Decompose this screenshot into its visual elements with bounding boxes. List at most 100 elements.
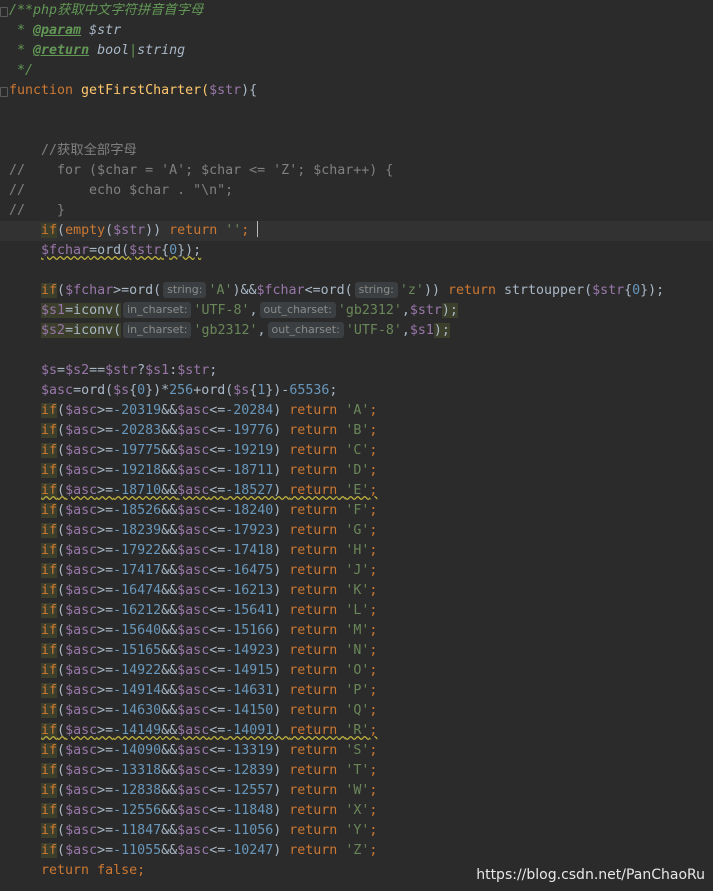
- code-token: &&: [161, 523, 178, 538]
- code-token: ,: [401, 323, 410, 338]
- code-token: (: [57, 443, 66, 458]
- code-text: if($asc>=-12556&&$asc<=-11848) return 'X…: [9, 801, 377, 821]
- code-line[interactable]: if($asc>=-11847&&$asc<=-11056) return 'Y…: [0, 821, 713, 841]
- code-token: );: [433, 323, 450, 338]
- code-line[interactable]: function getFirstCharter($str){: [0, 81, 713, 101]
- code-line[interactable]: $s2=iconv(in_charset:'gb2312', out_charse…: [0, 321, 713, 341]
- code-line[interactable]: if($asc>=-19775&&$asc<=-19219) return 'C…: [0, 441, 713, 461]
- code-token: <=: [209, 563, 226, 578]
- code-line[interactable]: [0, 261, 713, 281]
- code-line[interactable]: * @param $str: [0, 21, 713, 41]
- code-token: if: [41, 783, 58, 798]
- code-token: 'H': [345, 543, 370, 558]
- code-token: (: [57, 483, 66, 498]
- code-line[interactable]: if($asc>=-13318&&$asc<=-12839) return 'T…: [0, 761, 713, 781]
- code-token: 'T': [345, 763, 370, 778]
- code-line[interactable]: if($asc>=-14090&&$asc<=-13319) return 'S…: [0, 741, 713, 761]
- code-line[interactable]: if($asc>=-20283&&$asc<=-19776) return 'B…: [0, 421, 713, 441]
- code-token: ;: [369, 403, 378, 418]
- code-line[interactable]: //获取全部字母: [0, 141, 713, 161]
- code-token: $str: [113, 223, 146, 238]
- code-token: false: [97, 863, 138, 878]
- code-line[interactable]: [0, 101, 713, 121]
- code-token: -11055: [113, 843, 162, 858]
- code-line[interactable]: if($asc>=-18526&&$asc<=-18240) return 'F…: [0, 501, 713, 521]
- code-token: <=: [209, 723, 226, 738]
- code-token: (: [57, 583, 66, 598]
- code-line[interactable]: if(empty($str)) return '';: [0, 221, 713, 241]
- code-line[interactable]: * @return bool|string: [0, 41, 713, 61]
- code-line[interactable]: // }: [0, 201, 713, 221]
- code-token: >=: [97, 803, 114, 818]
- code-line[interactable]: if($asc>=-14149&&$asc<=-14091) return 'R…: [0, 721, 713, 741]
- code-token: 'D': [345, 463, 370, 478]
- code-token: $asc: [177, 563, 210, 578]
- code-token: {: [129, 383, 138, 398]
- code-token: ;: [369, 783, 378, 798]
- code-line[interactable]: $fchar=ord($str{0});: [0, 241, 713, 261]
- code-line[interactable]: $s1=iconv(in_charset: 'UTF-8', out_charset…: [0, 301, 713, 321]
- code-line[interactable]: if($asc>=-14922&&$asc<=-14915) return 'O…: [0, 661, 713, 681]
- code-line[interactable]: [0, 341, 713, 361]
- code-token: // for ($char = 'A'; $char <= 'Z'; $char…: [9, 163, 394, 178]
- code-line[interactable]: if($asc>=-18710&&$asc<=-18527) return 'E…: [0, 481, 713, 501]
- code-token: -17418: [225, 543, 274, 558]
- code-token: (: [57, 283, 66, 298]
- code-token: $fchar: [41, 243, 90, 258]
- code-line[interactable]: // echo $char . "\n";: [0, 181, 713, 201]
- code-line[interactable]: if($asc>=-16212&&$asc<=-15641) return 'L…: [0, 601, 713, 621]
- code-token: 'A': [345, 403, 370, 418]
- code-token: $asc: [65, 463, 98, 478]
- code-line[interactable]: if($asc>=-12556&&$asc<=-11848) return 'X…: [0, 801, 713, 821]
- code-line[interactable]: */: [0, 61, 713, 81]
- code-text: if($asc>=-14149&&$asc<=-14091) return 'R…: [9, 721, 377, 741]
- code-token: >=: [97, 743, 114, 758]
- code-token: <=: [209, 463, 226, 478]
- code-token: >=: [97, 443, 114, 458]
- code-token: ;: [369, 763, 378, 778]
- code-line[interactable]: if($fchar>=ord(string: 'A')&&$fchar<=ord(…: [0, 281, 713, 301]
- code-line[interactable]: if($asc>=-14630&&$asc<=-14150) return 'Q…: [0, 701, 713, 721]
- code-token: -12556: [113, 803, 162, 818]
- code-editor[interactable]: /**php获取中文字符拼音首字母 * @param $str * @retur…: [0, 0, 713, 891]
- code-token: $asc: [177, 463, 210, 478]
- fold-toggle-icon[interactable]: [0, 87, 8, 97]
- code-line[interactable]: if($asc>=-15165&&$asc<=-14923) return 'N…: [0, 641, 713, 661]
- code-token: return: [289, 563, 338, 578]
- code-line[interactable]: $s=$s2==$str?$s1:$str;: [0, 361, 713, 381]
- code-token: (: [105, 223, 114, 238]
- code-line[interactable]: if($asc>=-15640&&$asc<=-15166) return 'M…: [0, 621, 713, 641]
- code-token: <=: [209, 623, 226, 638]
- code-token: ;: [369, 643, 378, 658]
- code-line[interactable]: $asc=ord($s{0})*256+ord($s{1})-65536;: [0, 381, 713, 401]
- code-token: <=: [209, 703, 226, 718]
- code-token: if: [41, 583, 58, 598]
- code-token: (: [57, 703, 66, 718]
- code-line[interactable]: /**php获取中文字符拼音首字母: [0, 1, 713, 21]
- code-line[interactable]: // for ($char = 'A'; $char <= 'Z'; $char…: [0, 161, 713, 181]
- code-token: &&: [161, 543, 178, 558]
- code-line[interactable]: if($asc>=-18239&&$asc<=-17923) return 'G…: [0, 521, 713, 541]
- code-token: 'Q': [345, 703, 370, 718]
- code-line[interactable]: if($asc>=-17922&&$asc<=-17418) return 'H…: [0, 541, 713, 561]
- code-line[interactable]: [0, 121, 713, 141]
- code-line[interactable]: if($asc>=-19218&&$asc<=-18711) return 'D…: [0, 461, 713, 481]
- code-token: return: [289, 783, 338, 798]
- code-token: empty: [65, 223, 106, 238]
- code-line[interactable]: if($asc>=-20319&&$asc<=-20284) return 'A…: [0, 401, 713, 421]
- code-line[interactable]: if($asc>=-12838&&$asc<=-12557) return 'W…: [0, 781, 713, 801]
- fold-toggle-icon[interactable]: [0, 7, 8, 17]
- code-line[interactable]: if($asc>=-11055&&$asc<=-10247) return 'Z…: [0, 841, 713, 861]
- code-token: -14922: [113, 663, 162, 678]
- code-token: 65536: [289, 383, 330, 398]
- code-token: &&: [161, 683, 178, 698]
- code-token: $asc: [65, 523, 98, 538]
- code-token: &&: [161, 563, 178, 578]
- code-line[interactable]: if($asc>=-16474&&$asc<=-16213) return 'K…: [0, 581, 713, 601]
- code-line[interactable]: if($asc>=-17417&&$asc<=-16475) return 'J…: [0, 561, 713, 581]
- code-line[interactable]: if($asc>=-14914&&$asc<=-14631) return 'P…: [0, 681, 713, 701]
